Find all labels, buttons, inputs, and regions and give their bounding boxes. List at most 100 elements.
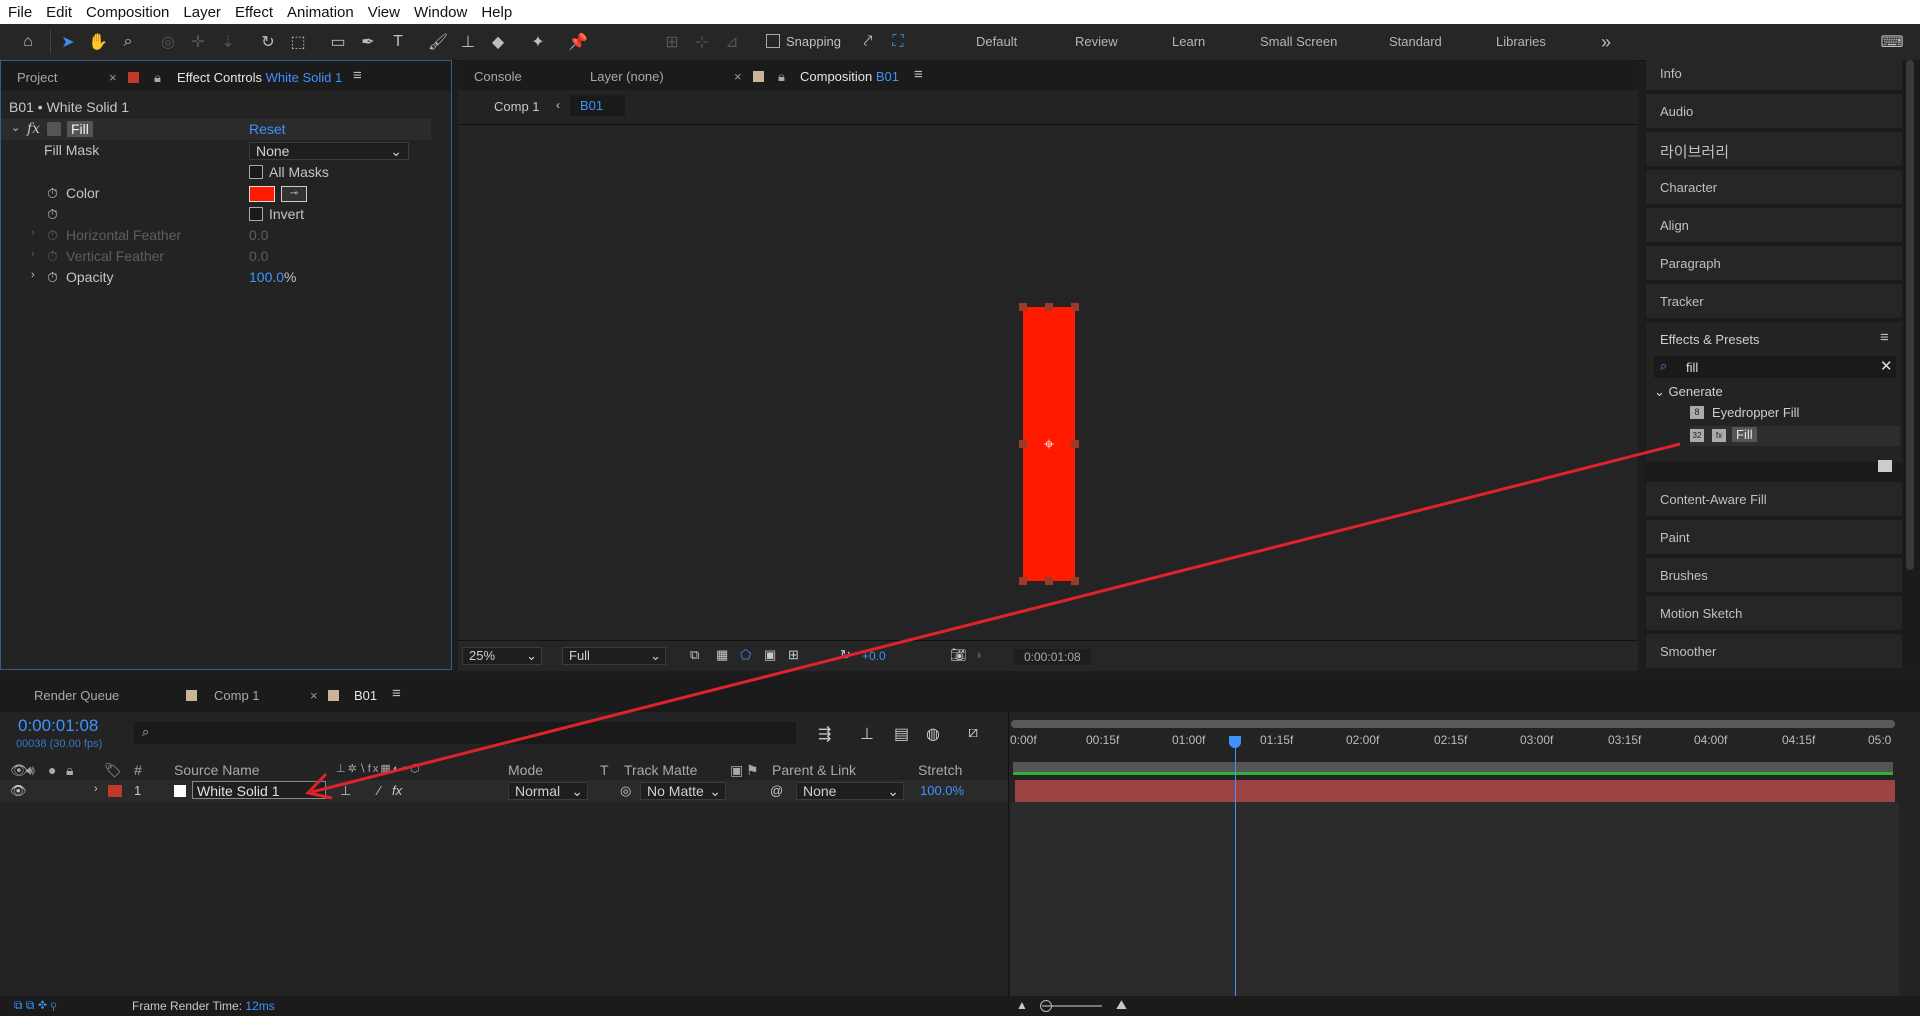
layer-handle[interactable] [1045, 577, 1053, 585]
fill-mask-dropdown[interactable]: None ⌄ [249, 142, 409, 160]
label-tag-icon[interactable]: 🏷︎ [104, 762, 122, 779]
zoom-out-icon[interactable]: ▲ [1016, 998, 1028, 1012]
panel-character[interactable]: Character [1646, 170, 1902, 206]
menu-layer[interactable]: Layer [175, 4, 227, 21]
composition-canvas[interactable]: ⌖ [458, 125, 1638, 640]
menu-view[interactable]: View [360, 4, 406, 21]
panel-menu-icon[interactable]: ≡ [392, 685, 401, 702]
layer-label-color[interactable] [108, 785, 122, 797]
layer-handle[interactable] [1019, 577, 1027, 585]
frame-blending-icon[interactable]: ▤ [894, 724, 909, 744]
track-matte-pickwhip-icon[interactable]: ◎ [620, 783, 631, 799]
layer-row[interactable]: 👁︎ › 1 White Solid 1 ⊥ ∕ fx Normal ⌄ ◎ No… [0, 780, 1008, 802]
column-track-matte[interactable]: Track Matte [624, 762, 697, 778]
color-swatch[interactable] [249, 186, 275, 202]
stretch-value[interactable]: 100.0% [920, 783, 964, 798]
new-folder-icon[interactable] [1878, 460, 1892, 472]
audio-icon[interactable]: 🔊︎ [26, 762, 35, 779]
clone-stamp-tool-icon[interactable]: ⊥ [456, 30, 480, 54]
workspace-standard[interactable]: Standard [1389, 34, 1442, 49]
quality-switch-icon[interactable]: ∕ [378, 783, 380, 798]
panel-libraries-ko[interactable]: 라이브러리 [1646, 132, 1902, 168]
playhead-handle[interactable] [1229, 736, 1241, 748]
panel-content-aware-fill[interactable]: Content-Aware Fill [1646, 482, 1902, 518]
timeline-search-input[interactable]: ⌕ [134, 722, 796, 744]
brush-tool-icon[interactable]: 🖌 [426, 30, 450, 54]
resolution-dropdown[interactable]: Full ⌄ [562, 647, 666, 665]
motion-blur-icon[interactable]: ◍ [926, 724, 940, 744]
effect-eyedropper-fill[interactable]: 8 Eyedropper Fill [1690, 404, 1900, 424]
column-stretch[interactable]: Stretch [918, 762, 962, 778]
panel-brushes[interactable]: Brushes [1646, 558, 1902, 594]
zoom-in-icon[interactable]: ⛰ [1116, 997, 1127, 1013]
expand-chevron-icon[interactable]: › [31, 248, 35, 260]
nav-b01[interactable]: B01 [570, 95, 626, 116]
show-snapshot-icon[interactable]: ◑ [974, 647, 982, 662]
panel-smoother[interactable]: Smoother [1646, 634, 1902, 670]
tab-render-queue[interactable]: Render Queue [34, 688, 119, 703]
roto-brush-tool-icon[interactable]: ✦ [526, 30, 550, 54]
panel-tracker[interactable]: Tracker [1646, 284, 1902, 320]
snapping-checkbox[interactable] [766, 34, 780, 48]
eye-icon[interactable]: 👁︎ [10, 783, 27, 799]
hand-tool-icon[interactable]: ✋ [86, 30, 110, 54]
stopwatch-icon[interactable]: ⏱ [47, 269, 58, 286]
panel-menu-icon[interactable]: ≡ [1880, 329, 1889, 346]
nav-comp1[interactable]: Comp 1 [494, 99, 540, 114]
effect-name[interactable]: Fill [67, 121, 93, 137]
parent-dropdown[interactable]: None ⌄ [796, 782, 904, 800]
type-tool-icon[interactable]: T [386, 30, 410, 54]
layer-handle[interactable] [1019, 303, 1027, 311]
workspace-review[interactable]: Review [1075, 34, 1118, 49]
mode-dropdown[interactable]: Normal ⌄ [508, 782, 588, 800]
close-tab-icon[interactable]: × [310, 688, 318, 703]
workspace-menu-icon[interactable]: ⌨ [1880, 30, 1904, 54]
puppet-tool-icon[interactable]: 📌 [566, 30, 590, 54]
category-generate[interactable]: ⌄ Generate [1654, 384, 1723, 400]
menu-window[interactable]: Window [406, 4, 473, 21]
workspace-default[interactable]: Default [976, 34, 1017, 49]
align-local-axis-icon[interactable]: ⊞ [660, 30, 684, 54]
viewer-timecode[interactable]: 0:00:01:08 [1014, 649, 1091, 665]
dolly-camera-icon[interactable]: ⇣ [216, 30, 240, 54]
transparency-grid-icon[interactable]: ▦ [716, 647, 728, 663]
snapshot-icon[interactable]: 📷︎ [950, 647, 967, 663]
close-tab-icon[interactable]: × [734, 69, 742, 84]
column-source-name[interactable]: Source Name [174, 762, 260, 778]
panel-align[interactable]: Align [1646, 208, 1902, 244]
orbit-camera-icon[interactable]: ◎ [156, 30, 180, 54]
align-world-axis-icon[interactable]: ⊹ [690, 30, 714, 54]
eyedropper-icon[interactable]: ⊸ [281, 186, 307, 202]
lock-column-icon[interactable]: 🔒︎ [66, 762, 73, 779]
reset-button[interactable]: Reset [249, 121, 286, 137]
menu-help[interactable]: Help [473, 4, 518, 21]
lock-icon[interactable]: 🔒︎ [154, 70, 161, 86]
grid-guides-icon[interactable]: ⊞ [788, 647, 799, 663]
track-matte-dropdown[interactable]: No Matte ⌄ [640, 782, 726, 800]
menu-animation[interactable]: Animation [279, 4, 360, 21]
tab-comp1[interactable]: Comp 1 [214, 688, 260, 703]
close-tab-icon[interactable]: × [109, 70, 117, 85]
draft-3d-icon[interactable]: ⊥ [860, 724, 874, 744]
selection-tool-icon[interactable]: ➤ [56, 30, 80, 54]
collapse-chevron-icon[interactable]: ⌄ [11, 121, 20, 134]
zoom-slider-thumb[interactable] [1040, 1000, 1052, 1012]
tab-composition[interactable]: Composition B01 [800, 69, 899, 84]
layer-handle[interactable] [1071, 303, 1079, 311]
column-parent[interactable]: Parent & Link [772, 762, 856, 778]
menu-composition[interactable]: Composition [78, 4, 175, 21]
home-icon[interactable]: ⌂ [16, 30, 40, 54]
layer-handle[interactable] [1019, 440, 1027, 448]
stopwatch-icon[interactable]: ⏱ [47, 185, 58, 202]
zoom-dropdown[interactable]: 25% ⌄ [462, 647, 542, 665]
panel-info[interactable]: Info [1646, 56, 1902, 92]
anchor-point-tool-icon[interactable]: ⬚ [286, 30, 310, 54]
tab-project[interactable]: Project [17, 70, 57, 85]
panel-motion-sketch[interactable]: Motion Sketch [1646, 596, 1902, 632]
stopwatch-icon[interactable]: ⏱ [47, 206, 58, 223]
column-mode[interactable]: Mode [508, 762, 543, 778]
reset-exposure-icon[interactable]: ↻ [840, 647, 851, 663]
menu-file[interactable]: File [0, 4, 38, 21]
mask-visibility-icon[interactable]: ⬠ [740, 647, 751, 663]
menu-effect[interactable]: Effect [227, 4, 279, 21]
